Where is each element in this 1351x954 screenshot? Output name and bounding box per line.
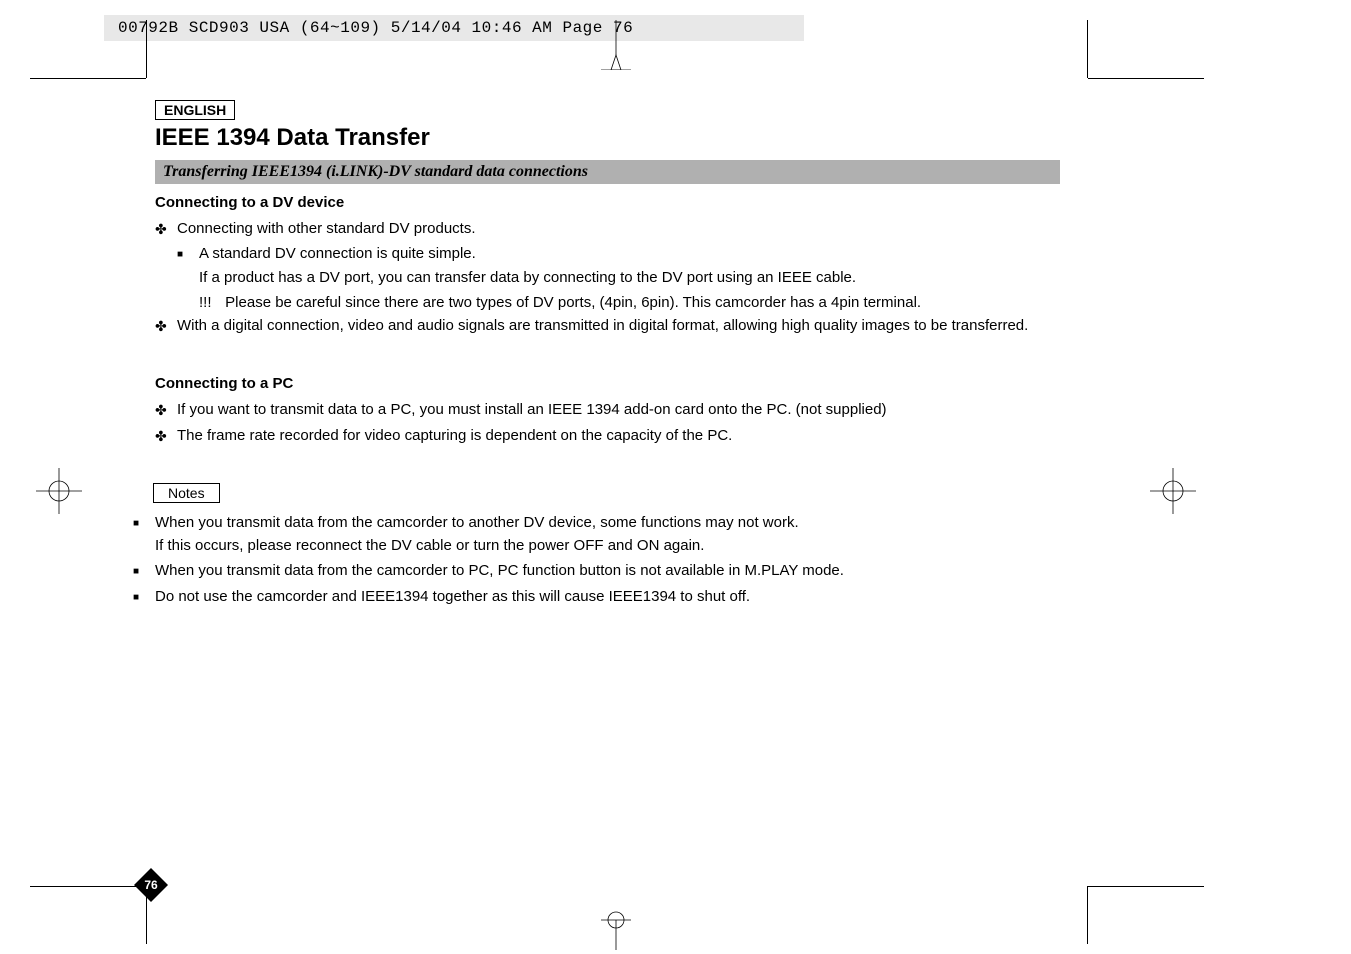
text: If this occurs, please reconnect the DV … — [155, 537, 704, 554]
crop-mark-bottom — [601, 910, 631, 950]
text: Please be careful since there are two ty… — [225, 294, 921, 311]
subheading-pc: Connecting to a PC — [155, 375, 1205, 392]
trim-line — [30, 78, 146, 79]
trim-line — [30, 886, 146, 887]
trim-line — [1088, 886, 1204, 887]
list-item: The frame rate recorded for video captur… — [155, 424, 1205, 447]
page-content: ENGLISH IEEE 1394 Data Transfer Transfer… — [155, 100, 1205, 610]
page-number: 76 — [134, 872, 168, 898]
prepress-header: 00792B SCD903 USA (64~109) 5/14/04 10:46… — [104, 15, 804, 41]
list-item: A standard DV connection is quite simple… — [177, 242, 1205, 289]
text: When you transmit data from the camcorde… — [155, 514, 799, 531]
language-badge: ENGLISH — [155, 100, 235, 120]
registration-mark-left — [36, 468, 82, 514]
notes-label-box: Notes — [153, 483, 220, 503]
notes-list: When you transmit data from the camcorde… — [133, 511, 1205, 608]
dv-list: With a digital connection, video and aud… — [155, 314, 1205, 337]
dv-sublist: A standard DV connection is quite simple… — [177, 242, 1205, 289]
list-item: Connecting with other standard DV produc… — [155, 217, 1205, 240]
section-heading-bar: Transferring IEEE1394 (i.LINK)-DV standa… — [155, 160, 1060, 184]
text: If a product has a DV port, you can tran… — [199, 269, 856, 286]
text: A standard DV connection is quite simple… — [199, 245, 476, 262]
trim-line — [1088, 78, 1204, 79]
page-number-badge: 76 — [134, 868, 168, 902]
list-item: When you transmit data from the camcorde… — [133, 511, 1205, 558]
subheading-dv: Connecting to a DV device — [155, 194, 1205, 211]
dv-list: Connecting with other standard DV produc… — [155, 217, 1205, 240]
list-item: If you want to transmit data to a PC, yo… — [155, 398, 1205, 421]
trim-line — [146, 20, 147, 78]
list-item: Do not use the camcorder and IEEE1394 to… — [133, 585, 1205, 608]
page-title: IEEE 1394 Data Transfer — [155, 124, 1205, 152]
warning-line: !!! Please be careful since there are tw… — [199, 291, 1205, 314]
exclamation-icon: !!! — [199, 291, 221, 314]
list-item: When you transmit data from the camcorde… — [133, 559, 1205, 582]
trim-line — [1087, 20, 1088, 78]
list-item: With a digital connection, video and aud… — [155, 314, 1205, 337]
crop-mark-top — [601, 20, 631, 70]
trim-line — [1087, 886, 1088, 944]
pc-list: If you want to transmit data to a PC, yo… — [155, 398, 1205, 447]
